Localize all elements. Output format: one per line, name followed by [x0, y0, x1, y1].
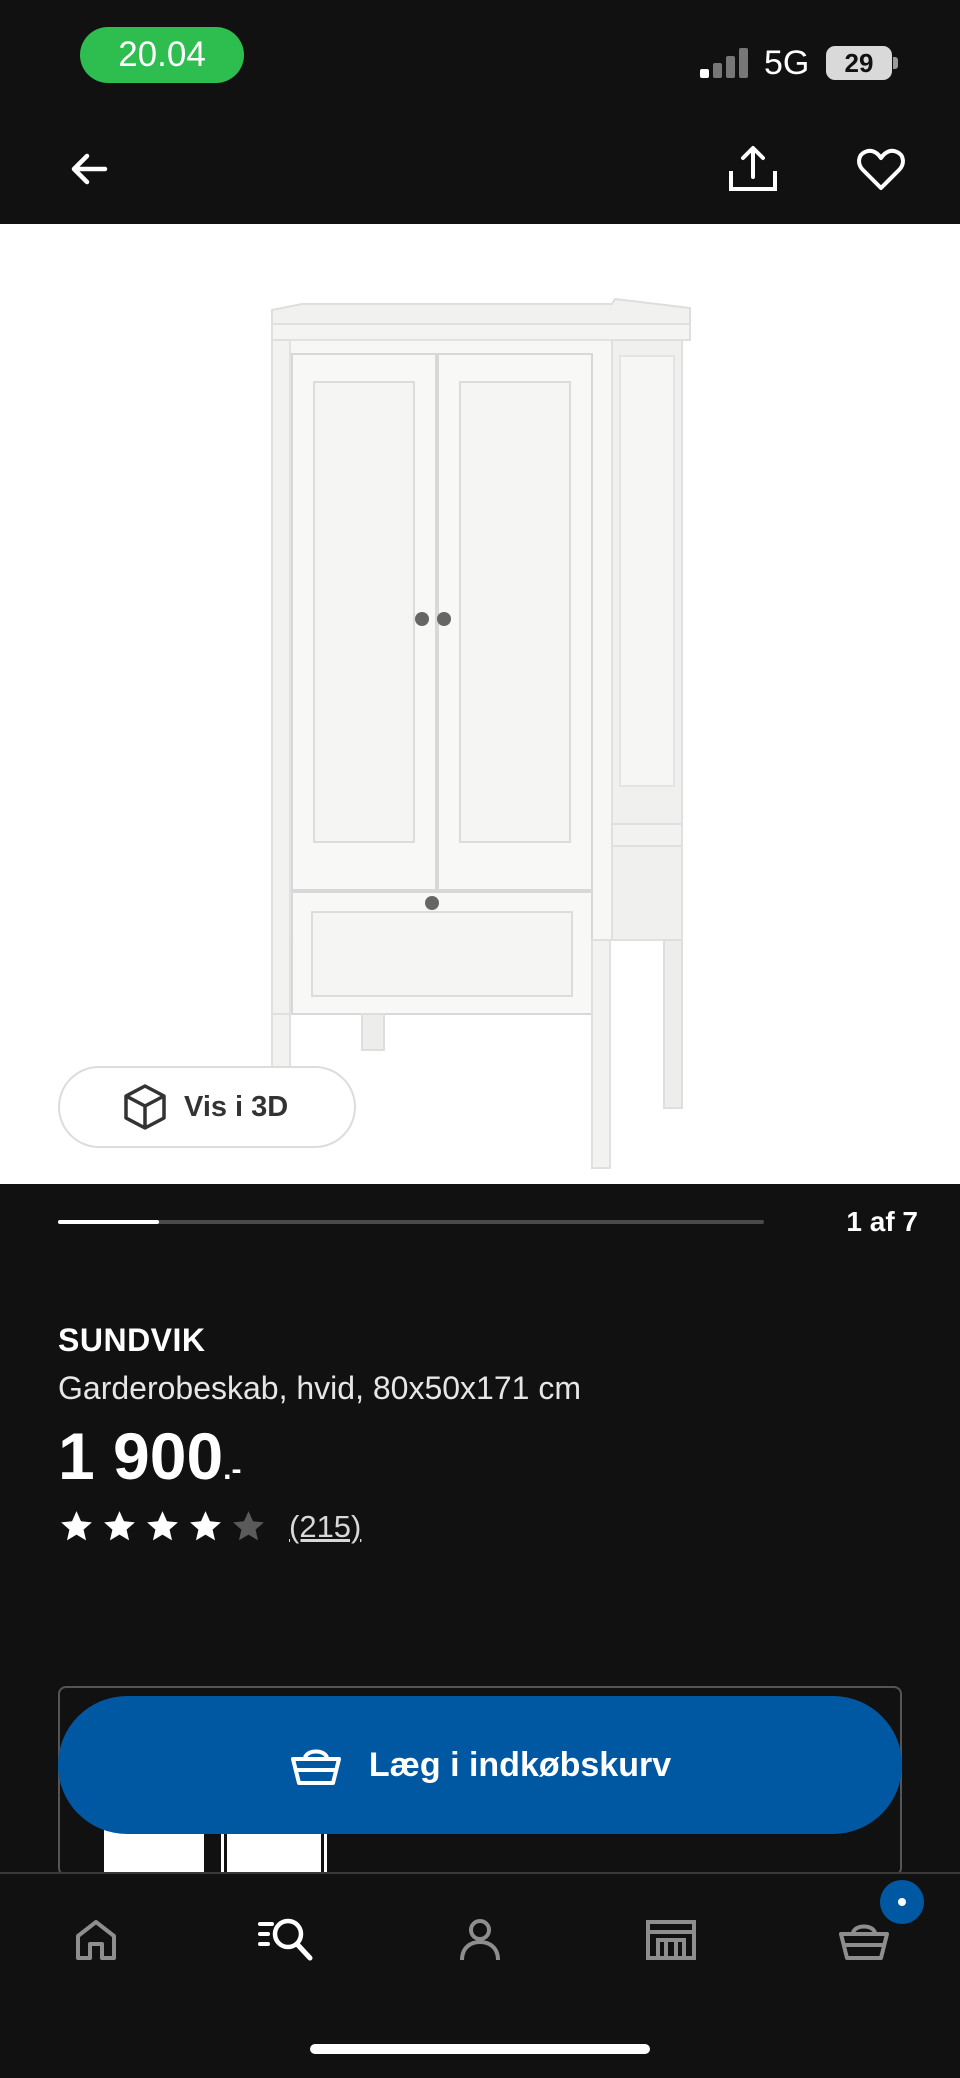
user-icon — [460, 1919, 500, 1961]
signal-icon — [700, 48, 752, 78]
heart-icon — [857, 148, 905, 190]
favorite-button[interactable] — [846, 134, 916, 204]
star-filled-icon — [190, 1511, 221, 1541]
battery-cap — [893, 57, 898, 69]
cart-badge — [880, 1880, 924, 1924]
add-to-cart-label: Læg i indkøbskurv — [368, 1745, 672, 1784]
product-image-gallery[interactable]: Vis i 3D — [0, 224, 960, 1184]
add-to-cart-button[interactable]: Læg i indkøbskurv — [58, 1696, 902, 1834]
review-count-link[interactable]: (215) — [289, 1509, 361, 1545]
product-name: SUNDVIK — [58, 1322, 206, 1358]
gallery-progress-fill — [58, 1220, 159, 1224]
price-value: 1 900 — [58, 1419, 224, 1493]
star-empty-icon — [233, 1511, 264, 1541]
star-filled-icon — [147, 1511, 178, 1541]
status-bar: 20.04 5G 29 — [0, 0, 960, 112]
variant-thumbnail-selected[interactable] — [221, 1825, 327, 1874]
cart-badge-dot — [898, 1898, 906, 1906]
cube-icon — [124, 1084, 166, 1130]
nav-search[interactable] — [246, 1904, 326, 1974]
nav-stores[interactable] — [631, 1904, 711, 1974]
back-button[interactable] — [54, 134, 124, 204]
basket-icon — [839, 1924, 889, 1960]
status-time: 20.04 — [80, 27, 244, 83]
price-suffix: .- — [223, 1453, 242, 1486]
star-filled-icon — [61, 1511, 92, 1541]
share-icon — [729, 146, 777, 191]
gallery-page-indicator: 1 af 7 — [846, 1206, 918, 1237]
arrow-left-icon — [71, 153, 108, 185]
view-3d-label: Vis i 3D — [184, 1090, 289, 1123]
product-price: 1 900.- — [58, 1418, 242, 1494]
store-icon — [646, 1920, 696, 1960]
nav-home[interactable] — [56, 1904, 136, 1974]
gallery-progress-bar — [58, 1220, 764, 1224]
network-label: 5G — [764, 44, 810, 82]
nav-profile[interactable] — [440, 1904, 520, 1974]
wardrobe-image — [271, 297, 691, 1169]
view-3d-button[interactable]: Vis i 3D — [58, 1066, 356, 1148]
home-icon — [76, 1920, 116, 1960]
top-app-bar — [0, 112, 960, 224]
basket-icon — [290, 1749, 341, 1785]
battery-icon: 29 — [826, 46, 892, 80]
rating-row[interactable]: (215) — [58, 1508, 361, 1545]
share-button[interactable] — [718, 134, 788, 204]
search-icon — [258, 1918, 313, 1961]
product-description: Garderobeskab, hvid, 80x50x171 cm — [58, 1370, 581, 1406]
home-indicator — [310, 2044, 650, 2054]
star-filled-icon — [104, 1511, 135, 1541]
rating-stars — [58, 1508, 267, 1545]
variant-thumbnail[interactable] — [104, 1828, 204, 1874]
